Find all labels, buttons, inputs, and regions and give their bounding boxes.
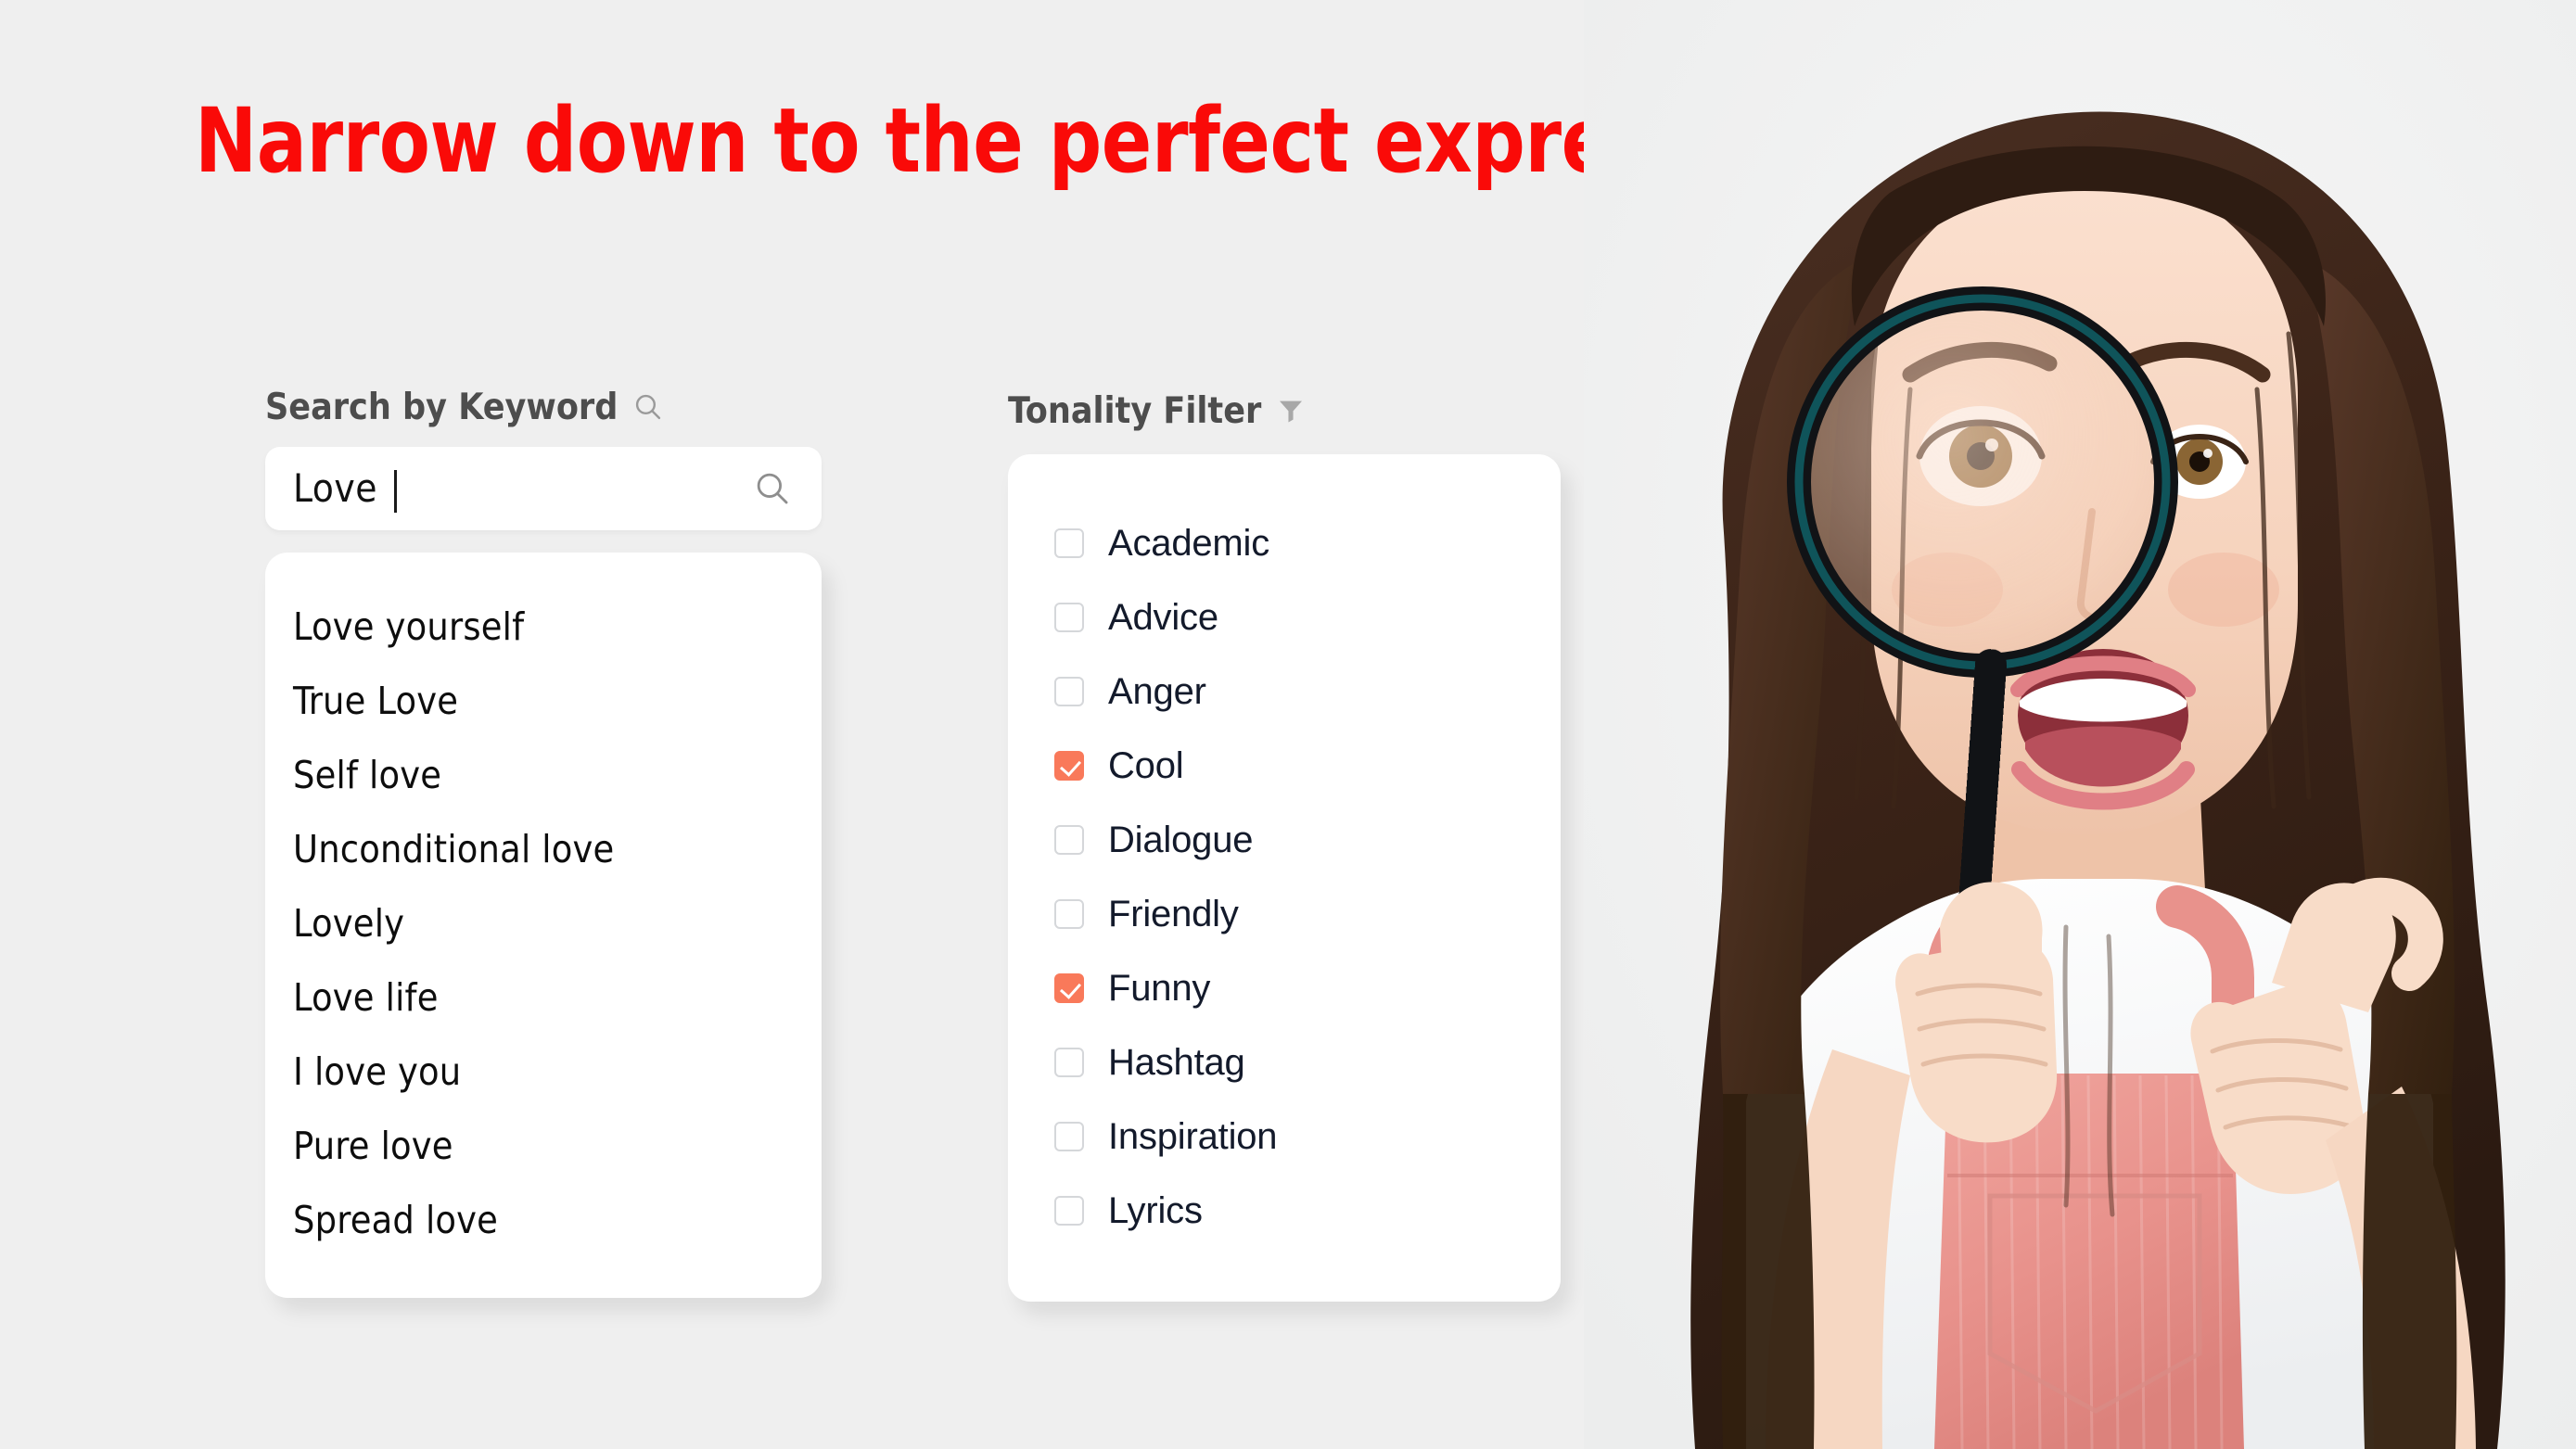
filter-funnel-icon (1276, 396, 1306, 426)
filter-option-cool[interactable]: Cool (1008, 729, 1561, 803)
checkbox-checked-icon[interactable] (1054, 751, 1084, 781)
search-by-keyword-panel: Search by Keyword Love Love yourself Tru… (265, 386, 822, 1298)
list-item[interactable]: Love yourself (265, 590, 822, 664)
search-icon (632, 391, 664, 423)
search-suggestions-list: Love yourself True Love Self love Uncond… (265, 553, 822, 1298)
tonality-panel-header: Tonality Filter (1008, 389, 1561, 432)
search-input[interactable]: Love (265, 447, 822, 530)
checkbox-unchecked-icon[interactable] (1054, 825, 1084, 855)
filter-option-label: Lyrics (1108, 1190, 1203, 1231)
list-item[interactable]: Love life (265, 960, 822, 1035)
filter-option-label: Cool (1108, 745, 1184, 786)
filter-option-lyrics[interactable]: Lyrics (1008, 1174, 1561, 1248)
list-item[interactable]: True Love (265, 664, 822, 738)
filter-option-label: Inspiration (1108, 1116, 1278, 1157)
checkbox-unchecked-icon[interactable] (1054, 1122, 1084, 1151)
page-root: Narrow down to the perfect expression Se… (0, 0, 2576, 1449)
list-item[interactable]: Self love (265, 738, 822, 812)
filter-option-label: Advice (1108, 597, 1218, 638)
checkbox-unchecked-icon[interactable] (1054, 1196, 1084, 1226)
filter-option-label: Hashtag (1108, 1042, 1245, 1083)
search-input-value: Love (293, 465, 378, 511)
text-caret (394, 470, 398, 513)
filter-option-label: Funny (1108, 968, 1211, 1009)
filter-option-dialogue[interactable]: Dialogue (1008, 803, 1561, 877)
search-panel-title: Search by Keyword (265, 386, 618, 428)
filter-option-label: Academic (1108, 523, 1270, 564)
tonality-filter-panel: Tonality Filter Academic Advice Anger Co… (1008, 389, 1561, 1302)
checkbox-unchecked-icon[interactable] (1054, 603, 1084, 632)
filter-option-label: Friendly (1108, 894, 1239, 934)
filter-option-label: Dialogue (1108, 820, 1254, 860)
tonality-panel-title: Tonality Filter (1008, 389, 1262, 432)
list-item[interactable]: I love you (265, 1035, 822, 1109)
list-item[interactable]: Pure love (265, 1109, 822, 1183)
filter-option-inspiration[interactable]: Inspiration (1008, 1099, 1561, 1174)
page-title: Narrow down to the perfect expression (195, 89, 1828, 193)
filter-option-academic[interactable]: Academic (1008, 506, 1561, 580)
checkbox-unchecked-icon[interactable] (1054, 677, 1084, 706)
search-panel-header: Search by Keyword (265, 386, 822, 428)
filter-option-friendly[interactable]: Friendly (1008, 877, 1561, 951)
filter-option-advice[interactable]: Advice (1008, 580, 1561, 655)
list-item[interactable]: Lovely (265, 886, 822, 960)
hero-photo (1584, 0, 2576, 1449)
list-item[interactable]: Spread love (265, 1183, 822, 1257)
filter-option-anger[interactable]: Anger (1008, 655, 1561, 729)
filter-option-label: Anger (1108, 671, 1206, 712)
checkbox-unchecked-icon[interactable] (1054, 899, 1084, 929)
checkbox-unchecked-icon[interactable] (1054, 1048, 1084, 1077)
checkbox-checked-icon[interactable] (1054, 973, 1084, 1003)
checkbox-unchecked-icon[interactable] (1054, 528, 1084, 558)
filter-option-funny[interactable]: Funny (1008, 951, 1561, 1025)
list-item[interactable]: Unconditional love (265, 812, 822, 886)
tonality-options-card: Academic Advice Anger Cool Dialogue Frie (1008, 454, 1561, 1302)
filter-option-hashtag[interactable]: Hashtag (1008, 1025, 1561, 1099)
